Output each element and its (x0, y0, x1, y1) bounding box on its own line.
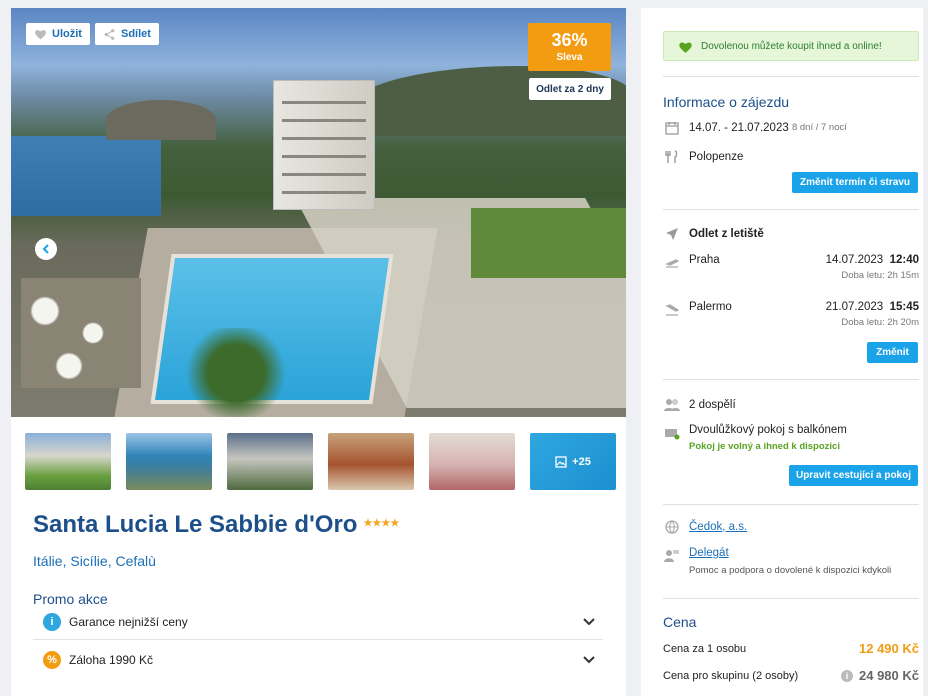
room-value: Dvoulůžkový pokoj s balkónem (689, 424, 847, 436)
flight-duration: Doba letu: 2h 20m (841, 317, 919, 328)
discount-percent: 36% (551, 30, 588, 50)
price-per-person-label: Cena za 1 osobu (663, 642, 747, 655)
travelers-row: 2 dospělí (663, 396, 919, 413)
flight-date: 21.07.2023 (825, 301, 884, 313)
cutlery-icon (663, 148, 680, 165)
hotel-title: Santa Lucia Le Sabbie d'Oro ★★★★ (33, 511, 399, 539)
save-label: Uložit (52, 28, 82, 40)
price-per-person: 12 490 Kč (859, 641, 919, 656)
hero-photo[interactable]: Uložit Sdílet 36% Sleva Odlet za 2 dny (11, 8, 626, 417)
support-icon (663, 547, 680, 564)
price-per-person-row: Cena za 1 osobu 12 490 Kč (663, 641, 919, 656)
trip-dates-value: 14.07. - 21.07.2023 (689, 121, 789, 134)
more-photos-button[interactable]: +25 (530, 433, 616, 490)
change-date-button[interactable]: Změnit termín či stravu (792, 172, 918, 193)
flight-time: 12:40 (889, 254, 919, 266)
promo-item-deposit[interactable]: % Záloha 1990 Kč (33, 642, 603, 678)
info-icon[interactable]: i (841, 669, 853, 682)
delegate-row: Delegát Pomoc a podpora o dovolené k dis… (663, 547, 919, 576)
hotel-name: Santa Lucia Le Sabbie d'Oro (33, 511, 358, 538)
people-icon (663, 396, 680, 413)
agency-link[interactable]: Čedok, a.s. (689, 521, 747, 533)
thumbnail-2[interactable] (126, 433, 212, 490)
chevron-left-icon (42, 244, 49, 254)
share-button[interactable]: Sdílet (95, 23, 159, 45)
flight-time: 15:45 (889, 301, 919, 313)
percent-icon: % (43, 651, 61, 669)
trip-duration: 8 dní / 7 nocí (791, 122, 847, 133)
change-flight-button[interactable]: Změnit (867, 342, 918, 363)
globe-icon (663, 518, 680, 535)
discount-badge: 36% Sleva (528, 23, 611, 71)
plane-landing-icon (663, 301, 680, 318)
room-row: Dvoulůžkový pokoj s balkónem Pokoj je vo… (663, 424, 919, 452)
edit-travelers-button[interactable]: Upravit cestující a pokoj (789, 465, 918, 486)
banner-text: Dovolenou můžete koupit ihned a online! (701, 40, 882, 52)
buy-online-banner: Dovolenou můžete koupit ihned a online! (663, 31, 919, 61)
thumbnail-strip: +25 (25, 433, 616, 490)
info-icon: i (43, 612, 61, 631)
room-status: Pokoj je volný a ihned k dispozici (689, 441, 840, 452)
price-heading: Cena (663, 614, 697, 630)
flight-date: 14.07.2023 (825, 254, 884, 266)
heart-icon (35, 29, 46, 39)
flight-duration: Doba letu: 2h 15m (841, 270, 919, 281)
thumbnail-5[interactable] (429, 433, 515, 490)
trip-board: Polopenze (663, 148, 919, 165)
departure-badge: Odlet za 2 dny (529, 78, 611, 100)
hotel-stars: ★★★★ (363, 518, 400, 529)
trip-info-heading: Informace o zájezdu (663, 94, 790, 110)
thumbnail-1[interactable] (25, 433, 111, 490)
chevron-down-icon (583, 617, 595, 625)
promo-item-price-guarantee[interactable]: i Garance nejnižší ceny (33, 604, 603, 640)
heart-icon (679, 41, 692, 53)
hotel-location: Itálie, Sicílie, Cefalù (33, 553, 156, 569)
plane-takeoff-icon (663, 254, 680, 271)
room-icon (663, 424, 680, 441)
thumbnail-3[interactable] (227, 433, 313, 490)
price-group-row: Cena pro skupinu (2 osoby) i 24 980 Kč (663, 668, 919, 683)
calendar-icon (663, 119, 680, 136)
price-group: 24 980 Kč (859, 668, 919, 683)
share-label: Sdílet (121, 28, 151, 40)
delegate-link[interactable]: Delegát (689, 547, 891, 559)
thumbnail-4[interactable] (328, 433, 414, 490)
discount-label: Sleva (556, 52, 583, 63)
share-icon (104, 28, 115, 40)
booking-sidebar: Dovolenou můžete koupit ihned a online! … (641, 8, 923, 696)
flight-outbound: Praha 14.07.2023 12:40 Doba letu: 2h 15m (663, 254, 919, 281)
trip-dates: 14.07. - 21.07.2023 8 dní / 7 nocí (663, 119, 919, 136)
price-group-label: Cena pro skupinu (2 osoby) (663, 669, 799, 682)
departure-heading-row: Odlet z letiště (663, 225, 919, 242)
previous-photo-button[interactable] (35, 238, 57, 260)
promo-item-label: Garance nejnižší ceny (69, 614, 188, 629)
flight-return: Palermo 21.07.2023 15:45 Doba letu: 2h 2… (663, 301, 919, 328)
flight-city: Praha (689, 254, 720, 266)
promo-item-label: Záloha 1990 Kč (69, 653, 154, 667)
travelers-value: 2 dospělí (689, 398, 736, 411)
delegate-note: Pomoc a podpora o dovolené k dispozici k… (689, 565, 892, 576)
flight-city: Palermo (689, 301, 732, 313)
save-button[interactable]: Uložit (26, 23, 90, 45)
chevron-down-icon (583, 656, 595, 664)
gallery-icon (555, 455, 567, 468)
board-value: Polopenze (689, 150, 744, 163)
hotel-panel: Uložit Sdílet 36% Sleva Odlet za 2 dny +… (11, 8, 626, 696)
departure-heading: Odlet z letiště (689, 227, 764, 240)
agency-row: Čedok, a.s. (663, 518, 919, 535)
more-photos-count: +25 (572, 455, 591, 468)
plane-icon (663, 225, 680, 242)
